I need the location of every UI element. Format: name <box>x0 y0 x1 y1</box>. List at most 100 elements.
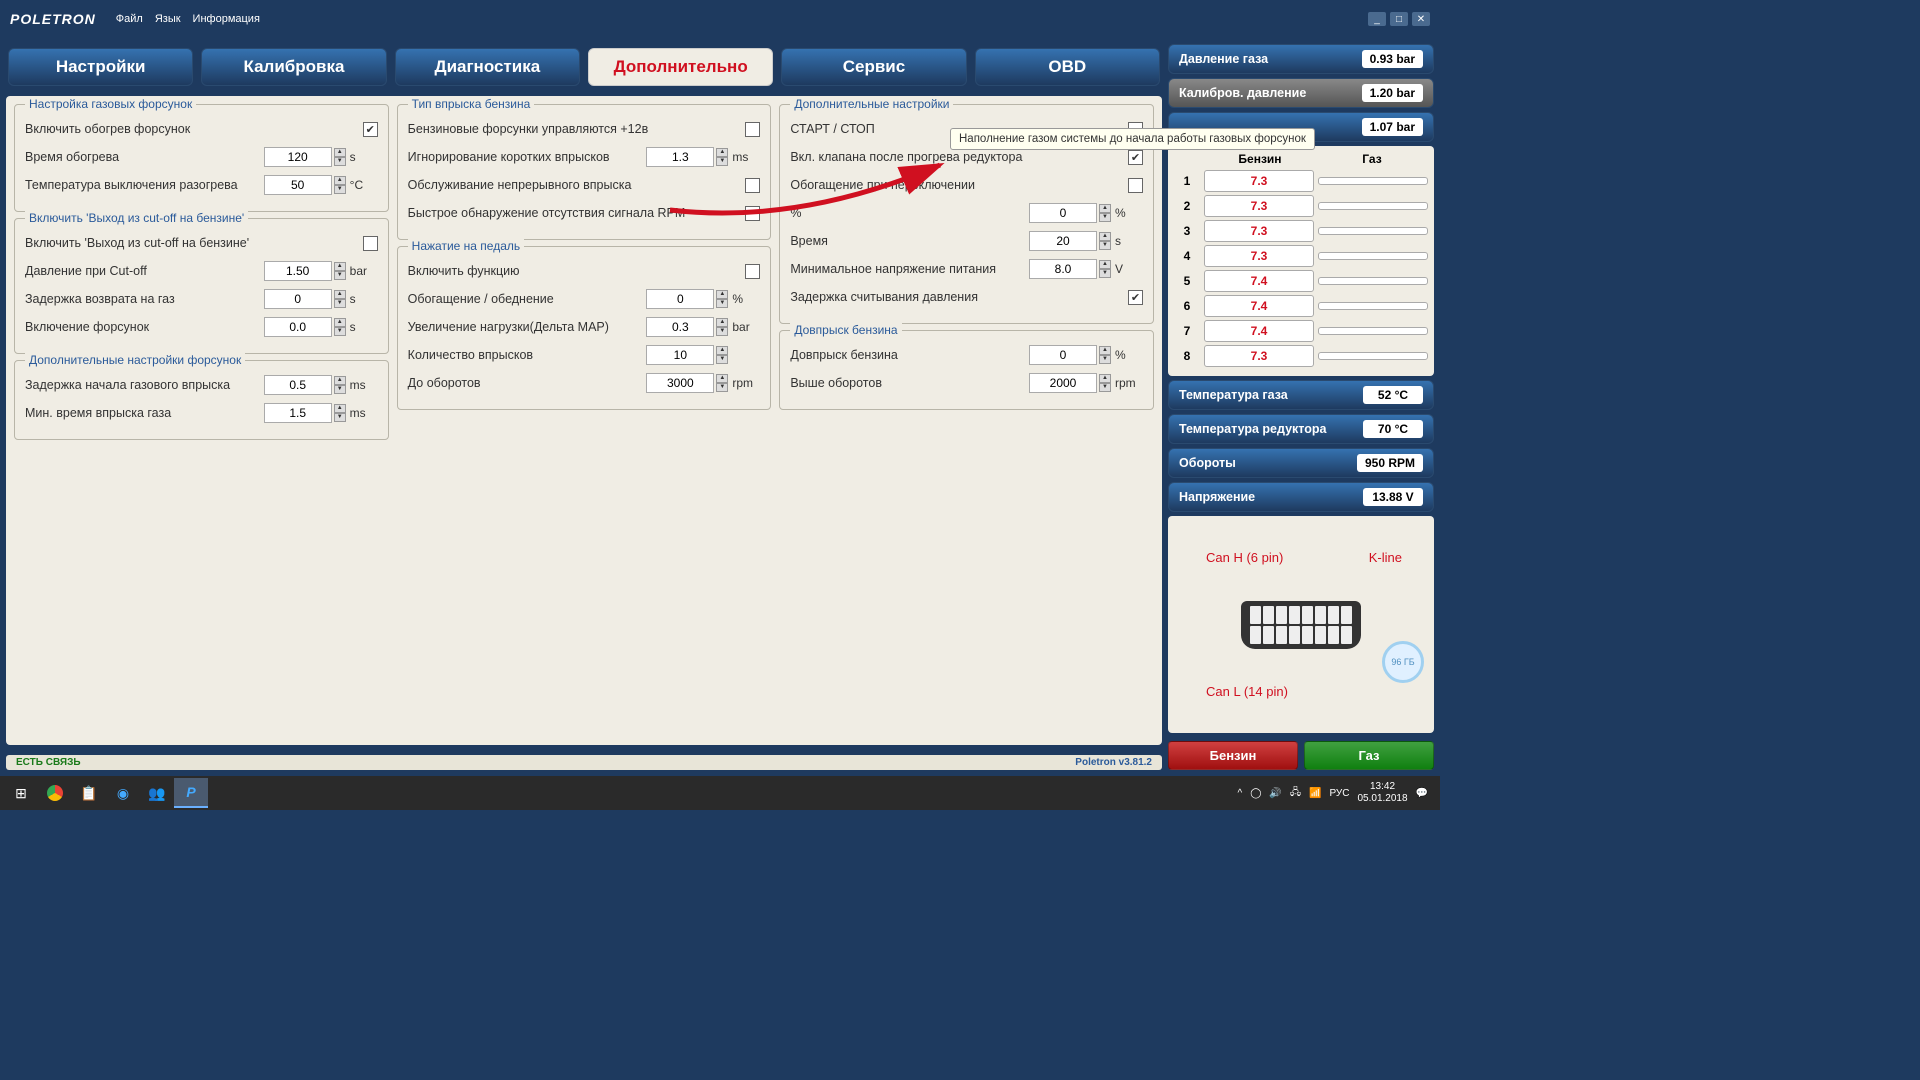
min-time-input[interactable] <box>264 403 332 423</box>
spin-up[interactable]: ▲ <box>334 148 346 157</box>
start-button[interactable]: ⊞ <box>4 778 38 808</box>
spin-up[interactable]: ▲ <box>334 404 346 413</box>
canh-label: Can H (6 pin) <box>1206 550 1283 565</box>
indicator-label: Напряжение <box>1179 490 1255 504</box>
spin-down[interactable]: ▼ <box>334 385 346 394</box>
tray-clock[interactable]: 13:4205.01.2018 <box>1357 781 1407 805</box>
taskbar-app1[interactable]: 📋 <box>72 778 106 808</box>
spin-down[interactable]: ▼ <box>334 327 346 336</box>
group-injector-extra: Дополнительные настройки форсунок Задерж… <box>14 360 389 440</box>
inj-number: 8 <box>1174 349 1200 363</box>
min-voltage-input[interactable] <box>1029 259 1097 279</box>
tray-volume-icon[interactable]: 🔊 <box>1269 788 1281 799</box>
taskbar-app2[interactable]: ◉ <box>106 778 140 808</box>
spin-up[interactable]: ▲ <box>334 318 346 327</box>
menu-language[interactable]: Язык <box>155 13 181 25</box>
start-delay-input[interactable] <box>264 375 332 395</box>
taskbar: ⊞ 📋 ◉ 👥 P ^ ◯ 🔊 🖧 📶 РУС 13:4205.01.2018 … <box>0 776 1440 810</box>
col-gas: Газ <box>1316 152 1428 166</box>
pedal-enable-checkbox[interactable] <box>745 264 760 279</box>
heat-enable-checkbox[interactable]: ✔ <box>363 122 378 137</box>
pct-input[interactable] <box>1029 203 1097 223</box>
heat-off-temp-input[interactable] <box>264 175 332 195</box>
group-title: Настройка газовых форсунок <box>25 97 196 111</box>
gas-button[interactable]: Газ <box>1304 741 1434 770</box>
min-voltage-label: Минимальное напряжение питания <box>790 262 1029 276</box>
tab-calibration[interactable]: Калибровка <box>201 48 386 86</box>
spin-up[interactable]: ▲ <box>716 290 728 299</box>
unit: % <box>1115 348 1143 362</box>
inj-count-input[interactable] <box>646 345 714 365</box>
tab-additional[interactable]: Дополнительно <box>588 48 773 86</box>
spin-up[interactable]: ▲ <box>1099 232 1111 241</box>
cutoff-enable-checkbox[interactable] <box>363 236 378 251</box>
cutoff-pressure-input[interactable] <box>264 261 332 281</box>
time-input[interactable] <box>1029 231 1097 251</box>
spin-up[interactable]: ▲ <box>716 346 728 355</box>
injector-row: 7 7.4 <box>1174 320 1428 342</box>
spin-down[interactable]: ▼ <box>1099 241 1111 250</box>
indicator-label: Температура газа <box>1179 388 1288 402</box>
spin-up[interactable]: ▲ <box>334 376 346 385</box>
spin-up[interactable]: ▲ <box>716 318 728 327</box>
spin-down[interactable]: ▼ <box>1099 269 1111 278</box>
tray-wifi-icon[interactable]: 📶 <box>1309 788 1321 799</box>
close-button[interactable]: ✕ <box>1412 12 1430 26</box>
minimize-button[interactable]: _ <box>1368 12 1386 26</box>
spin-up[interactable]: ▲ <box>1099 346 1111 355</box>
plus12v-checkbox[interactable] <box>745 122 760 137</box>
spin-down[interactable]: ▼ <box>1099 213 1111 222</box>
canl-label: Can L (14 pin) <box>1206 684 1288 699</box>
inj-petrol-value: 7.4 <box>1204 295 1314 317</box>
enrich-switch-checkbox[interactable] <box>1128 178 1143 193</box>
unit: % <box>732 292 760 306</box>
maximize-button[interactable]: □ <box>1390 12 1408 26</box>
taskbar-poletron[interactable]: P <box>174 778 208 808</box>
valve-warm-checkbox[interactable]: ✔ <box>1128 150 1143 165</box>
return-delay-input[interactable] <box>264 289 332 309</box>
spin-up[interactable]: ▲ <box>1099 374 1111 383</box>
above-rpm-input[interactable] <box>1029 373 1097 393</box>
enrich-input[interactable] <box>646 289 714 309</box>
tab-settings[interactable]: Настройки <box>8 48 193 86</box>
tray-circle-icon[interactable]: ◯ <box>1250 788 1261 799</box>
taskbar-app3[interactable]: 👥 <box>140 778 174 808</box>
spin-down[interactable]: ▼ <box>334 157 346 166</box>
tray-network-icon[interactable]: 🖧 <box>1290 785 1301 802</box>
tab-diagnostics[interactable]: Диагностика <box>395 48 580 86</box>
spin-up[interactable]: ▲ <box>1099 260 1111 269</box>
to-rpm-input[interactable] <box>646 373 714 393</box>
tab-service[interactable]: Сервис <box>781 48 966 86</box>
spin-down[interactable]: ▼ <box>716 299 728 308</box>
spin-down[interactable]: ▼ <box>334 299 346 308</box>
spin-down[interactable]: ▼ <box>334 413 346 422</box>
spin-down[interactable]: ▼ <box>334 271 346 280</box>
pre-inject-input[interactable] <box>1029 345 1097 365</box>
tray-lang[interactable]: РУС <box>1329 788 1349 799</box>
inj-number: 3 <box>1174 224 1200 238</box>
spin-up[interactable]: ▲ <box>716 374 728 383</box>
spin-down[interactable]: ▼ <box>334 185 346 194</box>
petrol-button[interactable]: Бензин <box>1168 741 1298 770</box>
tab-obd[interactable]: OBD <box>975 48 1160 86</box>
injector-table: Бензин Газ 1 7.3 2 7.3 3 7.3 4 7.3 5 7.4… <box>1168 146 1434 376</box>
spin-down[interactable]: ▼ <box>716 355 728 364</box>
spin-down[interactable]: ▼ <box>716 327 728 336</box>
spin-down[interactable]: ▼ <box>1099 355 1111 364</box>
taskbar-chrome[interactable] <box>38 778 72 808</box>
tray-up-icon[interactable]: ^ <box>1237 788 1242 799</box>
heat-time-input[interactable] <box>264 147 332 167</box>
spin-up[interactable]: ▲ <box>1099 204 1111 213</box>
menu-info[interactable]: Информация <box>193 13 260 25</box>
tray-notifications-icon[interactable]: 💬 <box>1416 788 1428 799</box>
inj-on-input[interactable] <box>264 317 332 337</box>
spin-up[interactable]: ▲ <box>334 176 346 185</box>
spin-up[interactable]: ▲ <box>334 262 346 271</box>
delta-map-input[interactable] <box>646 317 714 337</box>
pressure-delay-checkbox[interactable]: ✔ <box>1128 290 1143 305</box>
menu-file[interactable]: Файл <box>116 13 143 25</box>
spin-up[interactable]: ▲ <box>334 290 346 299</box>
spin-down[interactable]: ▼ <box>1099 383 1111 392</box>
group-pre-inject: Довпрыск бензина Довпрыск бензина ▲▼ % В… <box>779 330 1154 410</box>
spin-down[interactable]: ▼ <box>716 383 728 392</box>
